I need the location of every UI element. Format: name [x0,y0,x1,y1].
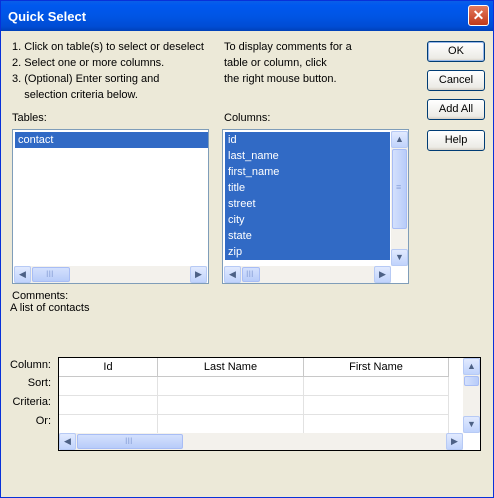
columns-listbox[interactable]: id last_name first_name title street cit… [222,129,409,284]
tables-label: Tables: [12,112,47,124]
column-item-zip[interactable]: zip [225,244,390,260]
scroll-left-arrow-icon[interactable]: ◀ [14,266,31,283]
help-button[interactable]: Help [427,130,485,151]
grid-cell-sort-last-name[interactable] [158,377,304,396]
ok-button[interactable]: OK [427,41,485,62]
dialog-title: Quick Select [8,9,87,24]
comments-label: Comments: [12,290,69,302]
column-item-state[interactable]: state [225,228,390,244]
grid-cell-or-last-name[interactable] [158,415,304,434]
criteria-grid[interactable]: Id Last Name First Name ▲ ▼ ◀ III ▶ [58,357,481,451]
columns-vscroll-thumb[interactable]: ≡ [392,149,407,229]
grid-cell-criteria-id[interactable] [59,396,158,415]
scroll-down-arrow-icon[interactable]: ▼ [391,249,408,266]
scroll-up-arrow-icon[interactable]: ▲ [463,358,480,375]
columns-label: Columns: [224,112,271,124]
scroll-right-arrow-icon[interactable]: ▶ [374,266,391,283]
quick-select-dialog: Quick Select ✕ 1. Click on table(s) to s… [0,0,494,498]
cancel-button[interactable]: Cancel [427,70,485,91]
tables-horizontal-scrollbar[interactable]: ◀ III ▶ [14,266,207,283]
scroll-left-arrow-icon[interactable]: ◀ [224,266,241,283]
column-item-last-name[interactable]: last_name [225,148,390,164]
instruction-line-3: 3. (Optional) Enter sorting and [12,73,160,85]
table-item-contact[interactable]: contact [15,132,208,148]
scroll-left-arrow-icon[interactable]: ◀ [59,433,76,450]
comment-hint-line-3: the right mouse button. [224,73,337,85]
row-label-column: Column: [10,359,51,371]
grid-cell-criteria-last-name[interactable] [158,396,304,415]
title-bar[interactable]: Quick Select ✕ [1,1,493,31]
tables-scroll-thumb[interactable]: III [32,267,70,282]
grid-cell-sort-id[interactable] [59,377,158,396]
column-item-city[interactable]: city [225,212,390,228]
grid-horizontal-scrollbar[interactable]: ◀ III ▶ [59,433,463,450]
row-label-sort: Sort: [27,377,51,389]
add-all-button[interactable]: Add All [427,99,485,120]
column-item-title[interactable]: title [225,180,390,196]
tables-listbox[interactable]: contact ◀ III ▶ [12,129,209,284]
columns-vertical-scrollbar[interactable]: ▲ ≡ ▼ [391,131,408,266]
instruction-line-2: 2. Select one or more columns. [12,57,165,69]
grid-cell-criteria-first-name[interactable] [304,396,449,415]
instruction-line-1: 1. Click on table(s) to select or desele… [12,41,204,53]
instruction-line-4: selection criteria below. [12,89,138,101]
row-label-or: Or: [35,415,51,427]
column-item-first-name[interactable]: first_name [225,164,390,180]
row-label-criteria: Criteria: [12,396,51,408]
grid-vertical-scrollbar[interactable]: ▲ ▼ [463,358,480,433]
grid-vscroll-thumb[interactable] [464,376,479,386]
column-item-id[interactable]: id [225,132,390,148]
grid-header-last-name[interactable]: Last Name [158,358,304,377]
comments-text: A list of contacts [10,302,90,314]
close-button[interactable]: ✕ [468,5,489,26]
grid-cell-or-id[interactable] [59,415,158,434]
close-icon: ✕ [472,7,485,23]
column-item-street[interactable]: street [225,196,390,212]
grid-hscroll-thumb[interactable]: III [77,434,183,449]
columns-horizontal-scrollbar[interactable]: ◀ III ▶ [224,266,391,283]
comment-hint-line-2: table or column, click [224,57,327,69]
scroll-up-arrow-icon[interactable]: ▲ [391,131,408,148]
grid-cell-or-first-name[interactable] [304,415,449,434]
grid-header-first-name[interactable]: First Name [304,358,449,377]
grid-header-id[interactable]: Id [59,358,158,377]
grid-cell-sort-first-name[interactable] [304,377,449,396]
comment-hint-line-1: To display comments for a [224,41,352,53]
scroll-right-arrow-icon[interactable]: ▶ [190,266,207,283]
scroll-right-arrow-icon[interactable]: ▶ [446,433,463,450]
scroll-down-arrow-icon[interactable]: ▼ [463,416,480,433]
columns-hscroll-thumb[interactable]: III [242,267,260,282]
